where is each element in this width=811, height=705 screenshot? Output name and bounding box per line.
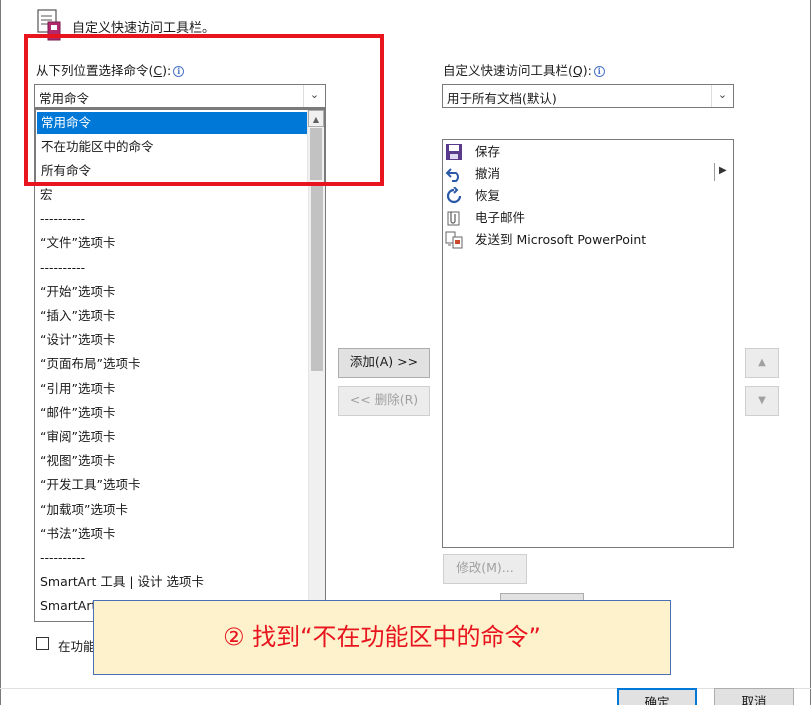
- toolbar-command-label: 恢复: [475, 188, 501, 203]
- command-list-item[interactable]: “邮件”选项卡: [40, 402, 115, 424]
- dropdown-value: 用于所有文档(默认): [447, 91, 557, 106]
- ok-button[interactable]: 确定: [617, 688, 697, 705]
- command-list-item[interactable]: “引用”选项卡: [40, 378, 115, 400]
- send-to-powerpoint-icon: [445, 231, 463, 249]
- command-list-item[interactable]: “文件”选项卡: [40, 232, 115, 254]
- add-button[interactable]: 添加(A) >>: [338, 348, 430, 378]
- redo-icon: [445, 186, 463, 205]
- chevron-down-icon[interactable]: ⌄: [711, 85, 733, 107]
- command-list-item[interactable]: “开发工具”选项卡: [40, 474, 140, 496]
- toolbar-command-label: 发送到 Microsoft PowerPoint: [475, 232, 647, 247]
- command-list-item[interactable]: “设计”选项卡: [40, 329, 115, 351]
- move-up-button[interactable]: ▲: [745, 348, 779, 378]
- toolbar-command-label: 电子邮件: [475, 210, 526, 225]
- command-list-item[interactable]: “页面布局”选项卡: [40, 353, 140, 375]
- command-list-item[interactable]: “书法”选项卡: [40, 523, 115, 545]
- customize-toolbar-label: 自定义快速访问工具栏(Q): i: [443, 60, 605, 79]
- remove-button[interactable]: << 删除(R): [338, 386, 430, 416]
- modify-button[interactable]: 修改(M)...: [443, 554, 527, 584]
- command-list-item[interactable]: “审阅”选项卡: [40, 426, 115, 448]
- save-icon: [445, 143, 463, 161]
- move-down-button[interactable]: ▼: [745, 386, 779, 416]
- highlight-box: [24, 34, 384, 186]
- chevron-right-icon[interactable]: ▶: [719, 165, 727, 176]
- cancel-button[interactable]: 取消: [714, 688, 794, 705]
- toolbar-commands-list[interactable]: 保存撤消恢复电子邮件发送到 Microsoft PowerPoint: [442, 139, 734, 548]
- separator: [714, 163, 715, 181]
- list-separator[interactable]: ----------: [40, 257, 85, 279]
- command-list-item[interactable]: “加载项”选项卡: [40, 499, 128, 521]
- checkbox-label: 在功能: [58, 639, 96, 654]
- email-icon: [445, 209, 463, 227]
- command-list-item[interactable]: SmartArt 工具 | 设计 选项卡: [40, 571, 204, 593]
- command-list-item[interactable]: “开始”选项卡: [40, 281, 115, 303]
- arrow-up-icon: ▲: [758, 357, 766, 368]
- info-icon: i: [593, 66, 605, 77]
- toolbar-command-label: 撤消: [475, 166, 501, 181]
- list-separator[interactable]: ----------: [40, 547, 85, 569]
- customize-for-dropdown[interactable]: 用于所有文档(默认) ⌄: [442, 84, 734, 108]
- list-separator[interactable]: ----------: [40, 208, 85, 230]
- undo-icon: [445, 165, 463, 183]
- arrow-down-icon: ▼: [758, 395, 766, 406]
- command-list-item[interactable]: SmartArt: [40, 595, 96, 617]
- callout-annotation: ② 找到“不在功能区中的命令”: [93, 600, 671, 675]
- command-list-item[interactable]: “插入”选项卡: [40, 305, 115, 327]
- toolbar-command-label: 保存: [475, 144, 501, 159]
- command-list-item[interactable]: “视图”选项卡: [40, 450, 115, 472]
- command-list-item[interactable]: 宏: [40, 184, 53, 206]
- checkbox[interactable]: [36, 637, 49, 650]
